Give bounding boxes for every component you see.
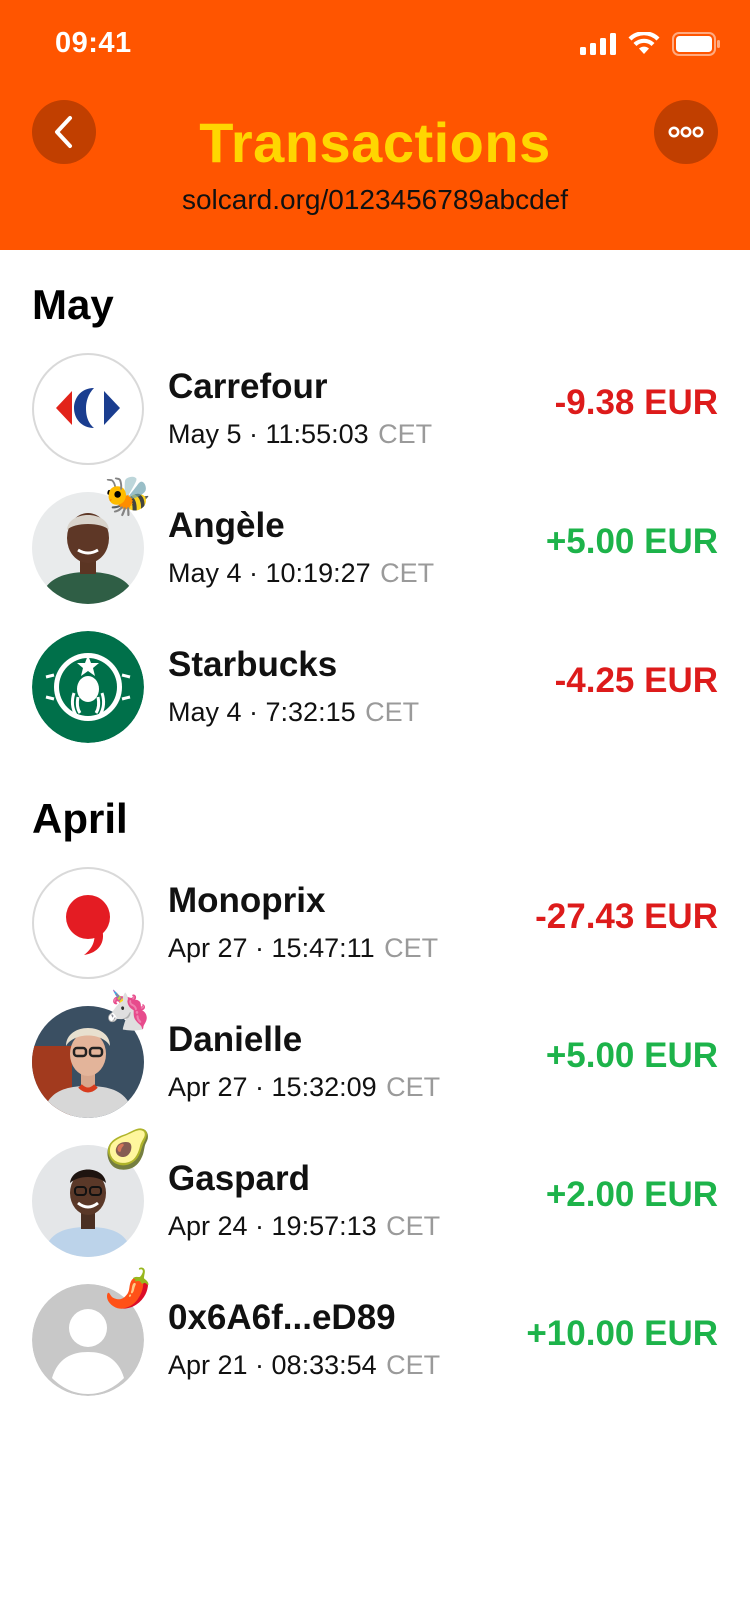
page-title: Transactions: [199, 111, 551, 174]
timezone-label: CET: [386, 1072, 441, 1102]
status-time: 09:41: [55, 27, 132, 59]
transaction-date: Apr 27 · 15:47:11: [168, 933, 375, 963]
timezone-label: CET: [384, 933, 439, 963]
transaction-amount: -9.38 EUR: [554, 383, 718, 422]
transaction-date: Apr 24 · 19:57:13: [168, 1211, 377, 1241]
transaction-amount: -4.25 EUR: [554, 661, 718, 700]
emoji-badge: 🥑: [104, 1129, 152, 1171]
transaction-datetime: Apr 24 · 19:57:13 CET: [168, 1211, 440, 1242]
carrefour-logo-icon: [56, 388, 120, 428]
timezone-label: CET: [380, 558, 435, 588]
transaction-amount: +10.00 EUR: [526, 1314, 718, 1353]
transaction-name: Angèle: [168, 506, 285, 545]
emoji-badge: 🌶️: [104, 1268, 152, 1310]
section-header-may: May: [32, 281, 114, 328]
transaction-name: Starbucks: [168, 645, 338, 684]
card-url[interactable]: solcard.org/0123456789abcdef: [0, 184, 750, 216]
timezone-label: CET: [386, 1350, 441, 1380]
transaction-name: Gaspard: [168, 1159, 310, 1198]
battery-icon: [672, 32, 720, 56]
merchant-avatar: [32, 867, 144, 979]
transaction-date: May 4 · 7:32:15: [168, 697, 356, 727]
transaction-datetime: Apr 21 · 08:33:54 CET: [168, 1350, 440, 1381]
transaction-row[interactable]: Monoprix Apr 27 · 15:47:11 CET -27.43 EU…: [0, 867, 750, 979]
transaction-row[interactable]: 🥑 Gaspard Apr 24 · 19:57:13 CET +2.00 EU…: [0, 1131, 750, 1257]
section-header-april: April: [32, 795, 128, 842]
merchant-avatar: [32, 631, 144, 743]
transaction-row[interactable]: 🐝 Angèle May 4 · 10:19:27 CET +5.00 EUR: [0, 478, 750, 604]
emoji-badge: 🐝: [104, 476, 152, 518]
merchant-avatar: [32, 353, 144, 465]
transaction-amount: +5.00 EUR: [545, 1036, 718, 1075]
monoprix-logo-icon: [66, 895, 110, 955]
transaction-row[interactable]: Carrefour May 5 · 11:55:03 CET -9.38 EUR: [0, 353, 750, 465]
transaction-date: Apr 27 · 15:32:09: [168, 1072, 377, 1102]
starbucks-logo-icon: [32, 631, 144, 743]
signal-icon: [580, 33, 616, 55]
timezone-label: CET: [386, 1211, 441, 1241]
header-bar: 09:41 Transactions solcard.org/012345678…: [0, 0, 750, 250]
transaction-row[interactable]: Starbucks May 4 · 7:32:15 CET -4.25 EUR: [0, 631, 750, 743]
transaction-date: May 4 · 10:19:27: [168, 558, 371, 588]
transaction-name: 0x6A6f...eD89: [168, 1298, 396, 1337]
transaction-name: Carrefour: [168, 367, 328, 406]
transaction-datetime: May 4 · 10:19:27 CET: [168, 558, 434, 589]
transaction-amount: +5.00 EUR: [545, 522, 718, 561]
transaction-row[interactable]: 🌶️ 0x6A6f...eD89 Apr 21 · 08:33:54 CET +…: [0, 1270, 750, 1396]
transaction-datetime: Apr 27 · 15:32:09 CET: [168, 1072, 440, 1103]
transaction-row[interactable]: 🦄 Danielle Apr 27 · 15:32:09 CET +5.00 E…: [0, 992, 750, 1118]
transaction-datetime: May 4 · 7:32:15 CET: [168, 697, 419, 728]
timezone-label: CET: [365, 697, 420, 727]
transaction-name: Monoprix: [168, 881, 326, 920]
transaction-datetime: May 5 · 11:55:03 CET: [168, 419, 432, 450]
transaction-date: May 5 · 11:55:03: [168, 419, 369, 449]
transaction-amount: +2.00 EUR: [545, 1175, 718, 1214]
transaction-date: Apr 21 · 08:33:54: [168, 1350, 377, 1380]
emoji-badge: 🦄: [104, 990, 152, 1032]
status-icons: [580, 32, 720, 56]
transaction-amount: -27.43 EUR: [535, 897, 718, 936]
transaction-name: Danielle: [168, 1020, 303, 1059]
timezone-label: CET: [378, 419, 433, 449]
transaction-datetime: Apr 27 · 15:47:11 CET: [168, 933, 438, 964]
wifi-icon: [628, 32, 660, 54]
